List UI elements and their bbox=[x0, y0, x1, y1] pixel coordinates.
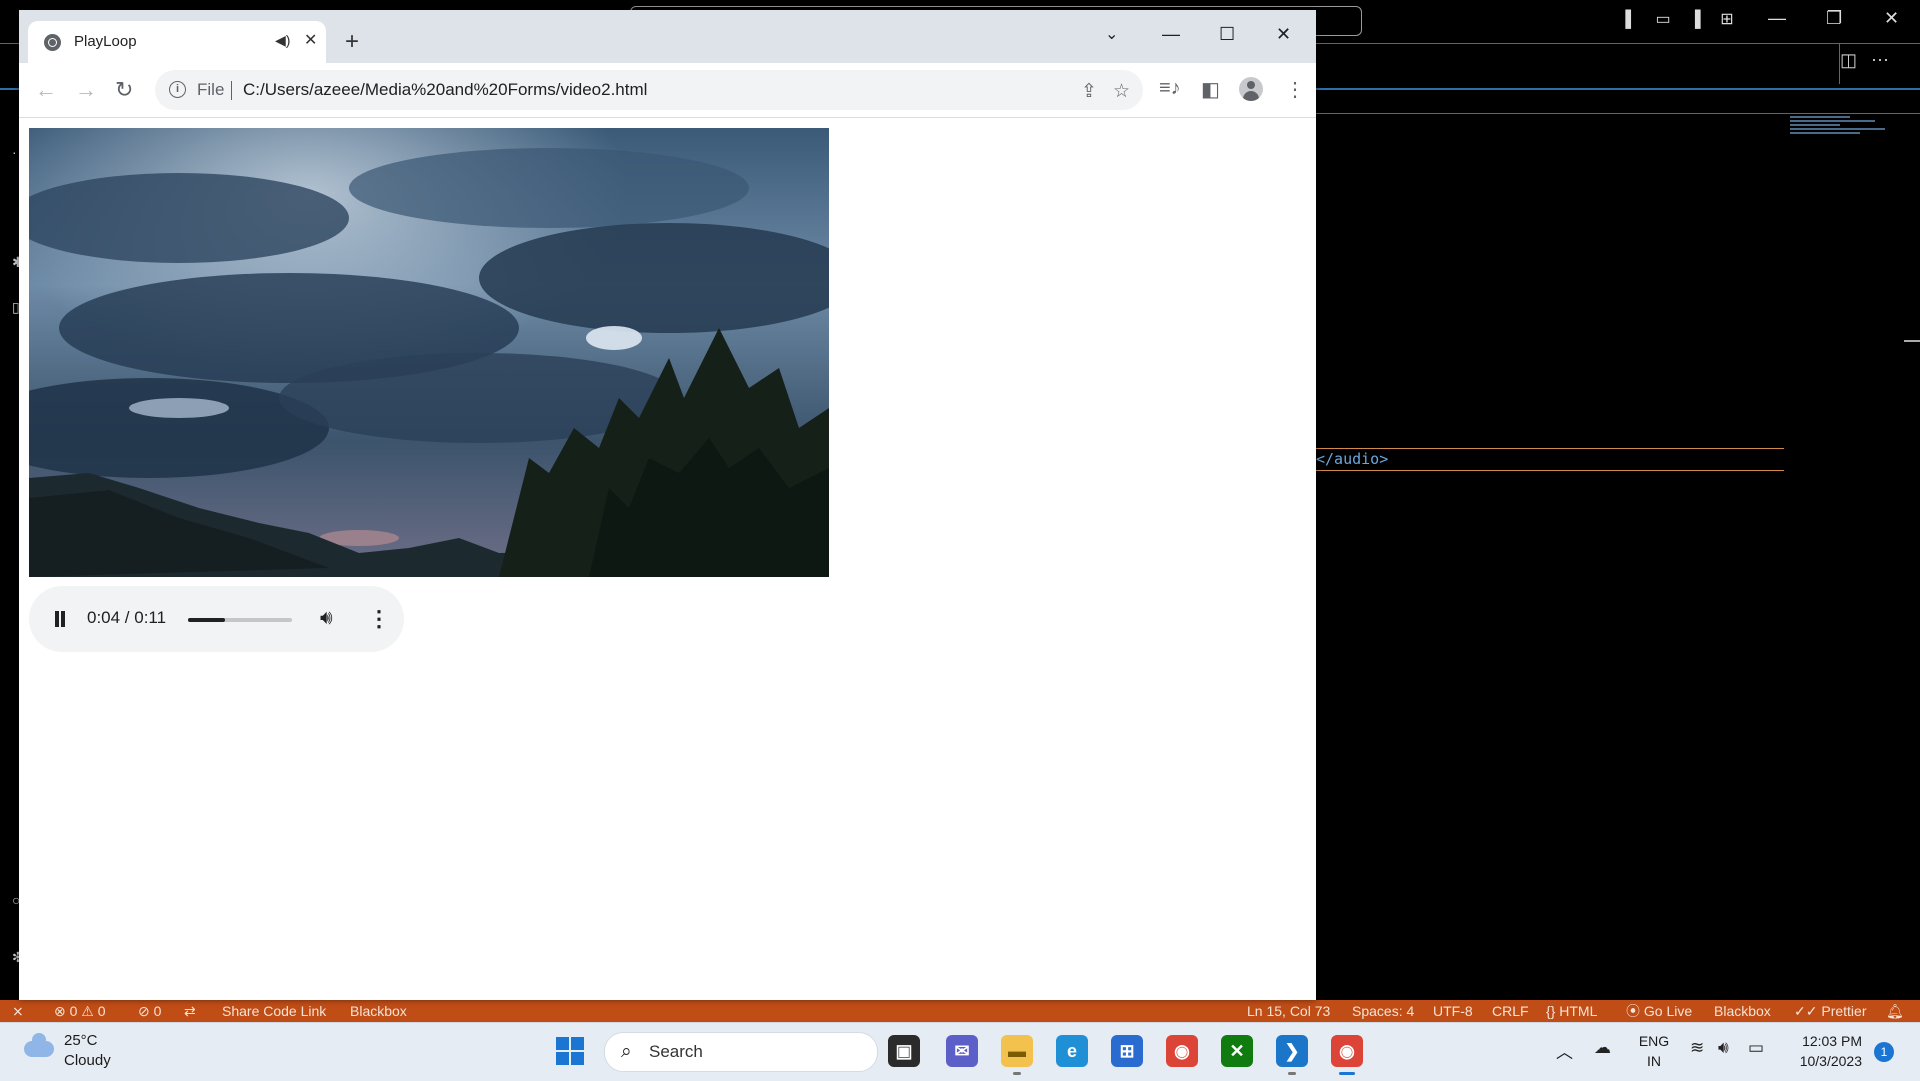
notifications-bell-icon[interactable]: 🔔︎ bbox=[1886, 1000, 1904, 1022]
toggle-secondary-sidebar-icon[interactable]: ▐ bbox=[1684, 10, 1706, 30]
site-info-icon[interactable]: i bbox=[169, 81, 186, 98]
blackbox-status-right[interactable]: Blackbox bbox=[1714, 1000, 1771, 1022]
profile-avatar-icon[interactable] bbox=[1239, 77, 1263, 101]
address-divider bbox=[231, 81, 232, 100]
vscode-scrollbar-marker bbox=[1904, 340, 1920, 342]
blackbox-status[interactable]: Blackbox bbox=[350, 1000, 407, 1022]
split-editor-icon[interactable]: ◫ bbox=[1840, 50, 1857, 71]
vscode-minimap[interactable] bbox=[1790, 114, 1890, 154]
problems-indicator[interactable]: ⊗ 0 ⚠ 0 bbox=[54, 1000, 106, 1022]
browser-toolbar: ← → ↻ i File C:/Users/azeee/Media%20and%… bbox=[19, 63, 1316, 118]
notification-badge[interactable]: 1 bbox=[1874, 1042, 1894, 1062]
tab-search-chevron-icon[interactable]: ⌄ bbox=[1105, 24, 1118, 44]
edge-icon[interactable]: e bbox=[1056, 1035, 1088, 1067]
vscode-statusbar: ⨯ ⊗ 0 ⚠ 0 ⊘ 0 ⇄ Share Code Link Blackbox… bbox=[0, 1000, 1920, 1022]
vscode-code-line[interactable]: </audio> bbox=[1316, 448, 1784, 471]
battery-icon[interactable]: ▭ bbox=[1748, 1038, 1764, 1058]
tab-close-icon[interactable]: ✕ bbox=[304, 30, 317, 50]
vscode-restore-icon[interactable]: ❐ bbox=[1826, 8, 1842, 29]
maximize-icon[interactable]: ☐ bbox=[1219, 24, 1235, 45]
prettier-status[interactable]: ✓✓ Prettier bbox=[1794, 1000, 1866, 1022]
volume-icon[interactable]: 🔊︎ bbox=[320, 607, 333, 630]
clock-time: 12:03 PM bbox=[1802, 1033, 1862, 1049]
onedrive-icon[interactable]: ☁ bbox=[1594, 1038, 1611, 1058]
toggle-primary-sidebar-icon[interactable]: ▌ bbox=[1620, 10, 1642, 30]
vscode-close-icon[interactable]: ✕ bbox=[1884, 8, 1899, 29]
share-code-link[interactable]: Share Code Link bbox=[222, 1000, 326, 1022]
chrome-active-icon[interactable]: ◉ bbox=[1331, 1035, 1363, 1075]
eol[interactable]: CRLF bbox=[1492, 1000, 1529, 1022]
vscode-activity-bar: · ✱ ▯ ○ ✻ bbox=[0, 44, 24, 1004]
seek-slider[interactable] bbox=[188, 618, 292, 622]
tab-title: PlayLoop bbox=[74, 33, 137, 50]
tab-playloop[interactable]: PlayLoop ◀︎) ✕ bbox=[28, 21, 326, 63]
search-icon: ⌕ bbox=[621, 1041, 632, 1062]
tab-audio-icon[interactable]: ◀︎) bbox=[275, 32, 290, 49]
more-options-icon[interactable]: ⋮ bbox=[368, 606, 390, 632]
windows-start-icon[interactable] bbox=[556, 1037, 584, 1065]
file-explorer-icon[interactable]: ▬ bbox=[1001, 1035, 1033, 1075]
pause-icon[interactable] bbox=[53, 611, 67, 627]
close-window-icon[interactable]: ✕ bbox=[1276, 24, 1291, 45]
seek-progress bbox=[188, 618, 226, 622]
encoding[interactable]: UTF-8 bbox=[1433, 1000, 1473, 1022]
go-live-button[interactable]: ⦿ Go Live bbox=[1626, 1000, 1692, 1022]
globe-icon bbox=[44, 34, 61, 51]
taskbar-search[interactable]: ⌕ Search bbox=[604, 1032, 878, 1072]
address-scheme: File bbox=[197, 80, 225, 99]
lang-bottom: IN bbox=[1647, 1053, 1661, 1069]
indentation[interactable]: Spaces: 4 bbox=[1352, 1000, 1414, 1022]
show-hidden-icons-icon[interactable]: ︿ bbox=[1556, 1038, 1573, 1063]
address-url[interactable]: C:/Users/azeee/Media%20and%20Forms/video… bbox=[243, 80, 647, 100]
cursor-position[interactable]: Ln 15, Col 73 bbox=[1247, 1000, 1330, 1022]
video-player[interactable] bbox=[29, 128, 829, 577]
vscode-minimize-icon[interactable]: — bbox=[1768, 8, 1786, 29]
video-frame-image bbox=[29, 128, 829, 577]
back-icon[interactable]: ← bbox=[35, 77, 57, 103]
language-mode[interactable]: {} HTML bbox=[1546, 1000, 1597, 1022]
xbox-icon[interactable]: ✕ bbox=[1221, 1035, 1253, 1067]
chrome-window: PlayLoop ◀︎) ✕ + ⌄ — ☐ ✕ ← → ↻ i File C:… bbox=[19, 10, 1316, 1000]
time-display: 0:04 / 0:11 bbox=[87, 608, 167, 627]
lang-top: ENG bbox=[1638, 1033, 1670, 1049]
more-actions-icon[interactable]: ⋯ bbox=[1871, 50, 1889, 71]
minimize-icon[interactable]: — bbox=[1162, 24, 1180, 45]
remote-icon[interactable]: ⨯ bbox=[12, 1000, 24, 1022]
new-tab-icon[interactable]: + bbox=[345, 28, 359, 56]
media-control-icon[interactable]: ≡♪ bbox=[1159, 77, 1181, 100]
bookmark-star-icon[interactable]: ☆ bbox=[1113, 80, 1130, 103]
forward-icon[interactable]: → bbox=[75, 77, 97, 103]
ports-indicator[interactable]: ⊘ 0 bbox=[138, 1000, 161, 1022]
task-view-icon[interactable]: ▣ bbox=[888, 1035, 920, 1067]
side-panel-icon[interactable]: ◧ bbox=[1201, 77, 1220, 102]
weather-temperature[interactable]: 25°C bbox=[64, 1032, 98, 1049]
customize-layout-icon[interactable]: ⊞ bbox=[1716, 10, 1738, 30]
tab-strip: PlayLoop ◀︎) ✕ + ⌄ — ☐ ✕ bbox=[19, 10, 1316, 63]
share-icon[interactable]: ⇄ bbox=[184, 1000, 196, 1022]
audio-player: 0:04 / 0:11 🔊︎ ⋮ bbox=[29, 586, 404, 652]
chrome-menu-icon[interactable]: ⋮ bbox=[1285, 77, 1305, 102]
windows-taskbar: 25°C Cloudy ⌕ Search ▣ ✉ ▬ e ⊞ ◉ ✕ ❯ ◉ ︿… bbox=[0, 1022, 1920, 1081]
system-clock[interactable]: 12:03 PM 10/3/2023 bbox=[1780, 1031, 1862, 1071]
share-icon[interactable]: ⇪ bbox=[1081, 80, 1097, 103]
microsoft-store-icon[interactable]: ⊞ bbox=[1111, 1035, 1143, 1067]
search-label: Search bbox=[649, 1042, 703, 1061]
teams-chat-icon[interactable]: ✉ bbox=[946, 1035, 978, 1067]
speaker-icon[interactable]: 🔊︎ bbox=[1718, 1038, 1729, 1058]
cloud-icon[interactable] bbox=[24, 1033, 54, 1057]
vscode-editor-actions: ◫ ⋯ bbox=[1839, 44, 1889, 84]
wifi-icon[interactable]: ≋ bbox=[1690, 1038, 1704, 1058]
clock-date: 10/3/2023 bbox=[1799, 1053, 1862, 1069]
vscode-layout-controls: ▌ ▭ ▐ ⊞ bbox=[1620, 10, 1738, 30]
toggle-panel-icon[interactable]: ▭ bbox=[1652, 10, 1674, 30]
vscode-icon[interactable]: ❯ bbox=[1276, 1035, 1308, 1075]
code-text: </audio> bbox=[1316, 450, 1389, 468]
weather-condition[interactable]: Cloudy bbox=[64, 1052, 111, 1069]
activity-icon[interactable]: · bbox=[12, 144, 17, 160]
input-language[interactable]: ENG IN bbox=[1634, 1031, 1674, 1071]
address-bar[interactable]: i File C:/Users/azeee/Media%20and%20Form… bbox=[155, 70, 1143, 110]
reload-icon[interactable]: ↻ bbox=[115, 77, 133, 103]
chrome-icon[interactable]: ◉ bbox=[1166, 1035, 1198, 1067]
